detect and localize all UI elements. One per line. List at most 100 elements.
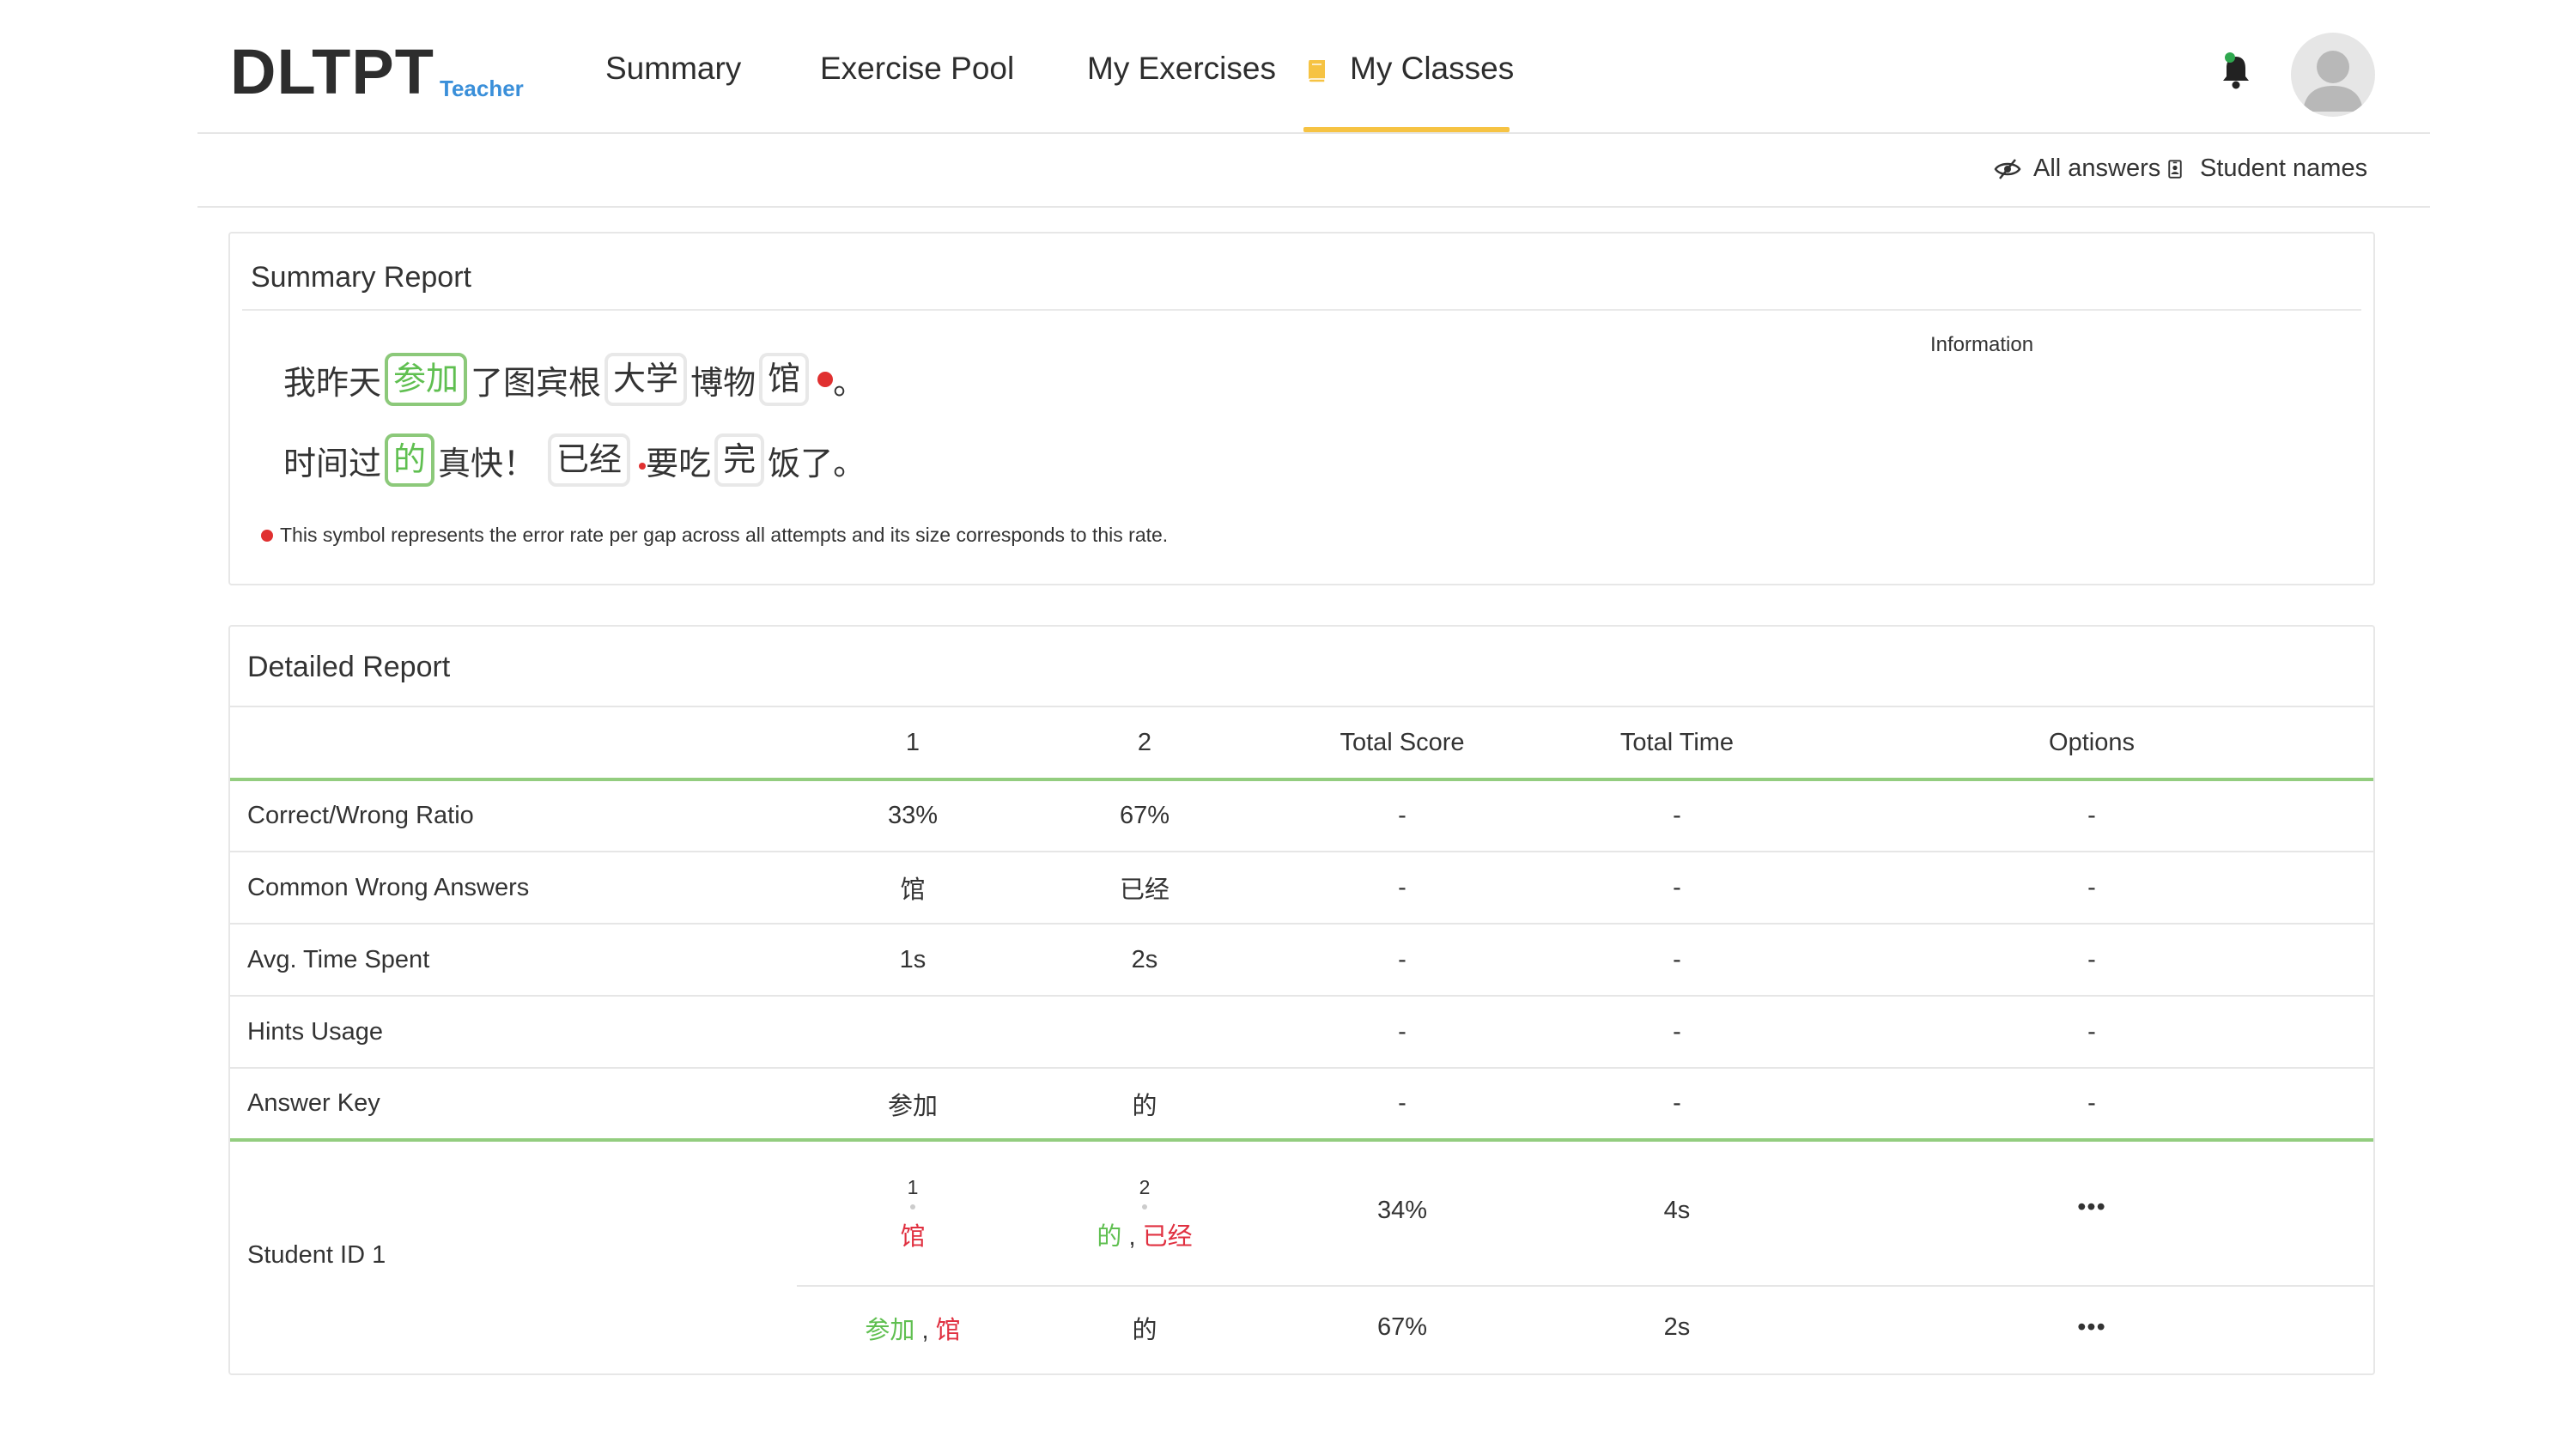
detailed-report-title: Detailed Report (247, 651, 451, 683)
book-icon (1308, 60, 1326, 83)
wrong-answer: 已经 (1142, 1222, 1193, 1251)
active-tab-indicator (1303, 127, 1510, 132)
answer-list: 的 , 已经 (1029, 1216, 1261, 1252)
cell-gap-1: 33% (887, 802, 939, 829)
id-badge-icon (2168, 159, 2182, 179)
cell-options: - (2087, 873, 2096, 901)
wrong-answer: 馆 (900, 1222, 926, 1251)
cell-total-time: - (1673, 945, 1681, 973)
cell-gap-1: 参加 (887, 1092, 938, 1120)
divider (242, 309, 2361, 311)
summary-report-card: Summary Report 我昨天 参加 了图宾根 大学 博物 馆 。 时间过… (228, 232, 2375, 585)
cell-gap-1: 1s (899, 945, 927, 973)
cell-total-score: - (1398, 873, 1406, 901)
gap-4[interactable]: 的 (385, 433, 435, 487)
gap-number: 1 (907, 1175, 919, 1198)
eye-slash-icon (1994, 158, 2021, 179)
table-row: Hints Usage - - - (230, 996, 2373, 1068)
gap-1[interactable]: 参加 (385, 353, 468, 406)
attempt-1-gap-2: 2 的 , 已经 (1029, 1140, 1261, 1286)
brand-role-badge: Teacher (440, 76, 524, 101)
correct-answer: 参加 (865, 1316, 915, 1344)
row-label: Answer Key (247, 1089, 380, 1117)
table-header-row: 1 2 Total Score Total Time Options (230, 706, 2373, 779)
sentence-text: 饭了。 (768, 446, 866, 482)
column-header-gap-2: 2 (1029, 706, 1261, 779)
cell-options: - (2087, 945, 2096, 973)
cell-gap-1: 馆 (900, 876, 926, 904)
cell-total-score: - (1398, 802, 1406, 829)
sentence-text: 要吃 (646, 446, 712, 482)
table-row: Common Wrong Answers 馆 已经 - - - (230, 852, 2373, 924)
sentence-1: 我昨天 参加 了图宾根 大学 博物 馆 。 (283, 349, 866, 410)
attempt-2-time: 2s (1663, 1313, 1691, 1341)
cell-gap-2: 已经 (1119, 876, 1170, 904)
sentence-text: 了图宾根 (471, 365, 602, 402)
detailed-report-card: Detailed Report 1 2 Total Score Total Ti… (228, 625, 2375, 1375)
student-label[interactable]: Student ID 1 (230, 1140, 797, 1368)
cell-total-score: - (1398, 945, 1406, 973)
cell-total-score: - (1398, 1089, 1406, 1117)
cell-gap-2: 2s (1131, 945, 1158, 973)
user-avatar[interactable] (2291, 33, 2375, 117)
information-panel-label: Information (1930, 333, 2034, 356)
column-header-total-score: Total Score (1261, 706, 1544, 779)
row-label: Common Wrong Answers (247, 873, 530, 901)
row-label: Correct/Wrong Ratio (247, 802, 474, 829)
attempt-2-score: 67% (1376, 1313, 1428, 1341)
error-dot (910, 1203, 915, 1210)
correct-answer: 的 (1097, 1222, 1122, 1251)
nav-my-classes[interactable]: My Classes (1350, 50, 1514, 88)
gap-5[interactable]: 已经 (548, 433, 631, 487)
page: DLTPT Teacher Summary Exercise Pool My E… (0, 0, 2576, 1449)
legend-dot-icon (261, 529, 273, 542)
attempt-2-gap-2: 的 (1132, 1316, 1157, 1344)
attempt-1-time: 4s (1663, 1197, 1691, 1224)
gap-2[interactable]: 大学 (605, 353, 688, 406)
sentence-text: 时间过 (283, 446, 382, 482)
cell-total-time: - (1673, 802, 1681, 829)
row-label: Hints Usage (247, 1017, 383, 1046)
cell-options: - (2087, 1089, 2096, 1117)
cell-total-time: - (1673, 1089, 1681, 1117)
cell-total-score: - (1398, 1017, 1406, 1046)
sentence-text: 我昨天 (283, 365, 382, 402)
table-row: Correct/Wrong Ratio 33% 67% - - - (230, 779, 2373, 852)
wrong-answer: 馆 (935, 1316, 961, 1344)
row-label: Avg. Time Spent (247, 945, 430, 973)
answer-separator: , (1121, 1222, 1143, 1251)
column-header (230, 706, 797, 779)
cell-options: - (2087, 1017, 2096, 1046)
attempt-2-options-menu-icon[interactable]: ••• (1810, 1286, 2373, 1368)
cell-gap-1 (797, 996, 1029, 1068)
summary-report-title: Summary Report (251, 261, 471, 294)
cell-total-time: - (1673, 873, 1681, 901)
cell-total-time: - (1673, 1017, 1681, 1046)
attempt-2-gap-1: 参加 , 馆 (797, 1286, 1029, 1368)
gap-3[interactable]: 馆 (759, 353, 810, 406)
detailed-report-table: 1 2 Total Score Total Time Options Corre… (230, 706, 2373, 1368)
brand-logo[interactable]: DLTPT (230, 38, 434, 106)
answer-separator: , (914, 1316, 936, 1344)
error-rate-dot (817, 372, 834, 387)
cell-options: - (2087, 802, 2096, 829)
gap-6[interactable]: 完 (714, 433, 765, 487)
sentence-text: 真快！ (438, 446, 537, 482)
nav-my-exercises[interactable]: My Exercises (1087, 50, 1276, 88)
nav-summary[interactable]: Summary (605, 50, 741, 88)
column-header-options: Options (1810, 706, 2373, 779)
notification-bell-icon[interactable] (2219, 50, 2253, 91)
cell-gap-2: 67% (1119, 802, 1170, 829)
gap-number: 2 (1139, 1175, 1151, 1198)
error-dot (1142, 1203, 1147, 1210)
sentence-2: 时间过 的 真快！ 已经 要吃 完 饭了。 (283, 429, 866, 491)
avatar-silhouette-icon (2303, 51, 2363, 112)
legend-text: This symbol represents the error rate pe… (280, 524, 1169, 546)
all-answers-toggle[interactable]: All answers (1994, 155, 2160, 183)
student-names-toggle[interactable]: Student names (2167, 155, 2367, 183)
sentence-text: 博物 (690, 365, 756, 402)
attempt-1-options-menu-icon[interactable]: ••• (1810, 1140, 2373, 1286)
nav-exercise-pool[interactable]: Exercise Pool (820, 50, 1014, 88)
column-header-gap-1: 1 (797, 706, 1029, 779)
student-names-label: Student names (2200, 155, 2368, 182)
